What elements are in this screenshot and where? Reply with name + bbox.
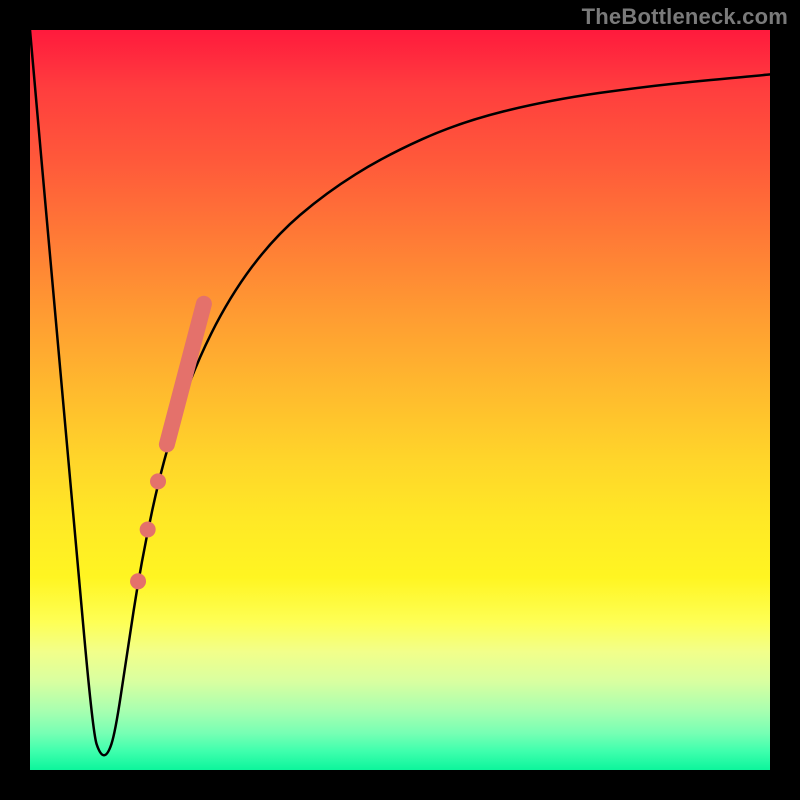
red-dots (130, 473, 166, 589)
highlight-dot (130, 573, 146, 589)
highlight-dot (150, 473, 166, 489)
highlight-dot (140, 522, 156, 538)
chart-frame: TheBottleneck.com (0, 0, 800, 800)
chart-svg (30, 30, 770, 770)
bottleneck-curve (30, 30, 770, 755)
plot-area (30, 30, 770, 770)
red-segment (167, 304, 204, 445)
attribution-text: TheBottleneck.com (582, 4, 788, 30)
